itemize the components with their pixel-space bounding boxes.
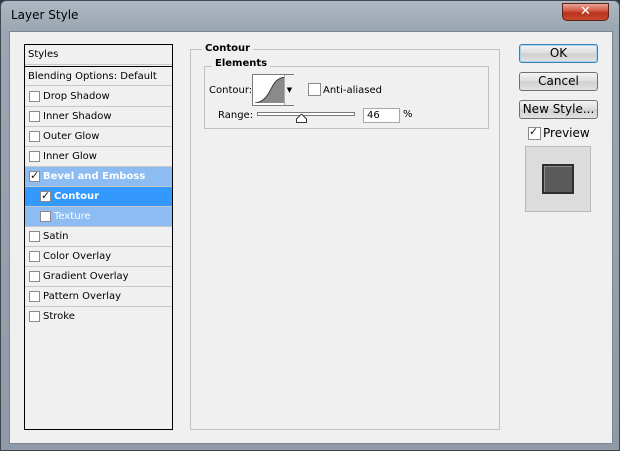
gradient-overlay-checkbox[interactable] bbox=[29, 271, 40, 282]
new-style-button[interactable]: New Style... bbox=[519, 100, 598, 119]
checkmark-icon: ✓ bbox=[529, 125, 539, 138]
style-item-pattern-overlay[interactable]: Pattern Overlay bbox=[25, 287, 172, 307]
style-item-label: Pattern Overlay bbox=[43, 291, 122, 302]
chevron-down-icon: ▼ bbox=[286, 86, 293, 94]
layer-style-window: Layer Style ✕ Styles Blending Options: D… bbox=[0, 0, 620, 451]
contour-group-title: Contour bbox=[202, 43, 254, 54]
style-item-drop-shadow[interactable]: Drop Shadow bbox=[25, 87, 172, 107]
drop-shadow-checkbox[interactable] bbox=[29, 91, 40, 102]
style-item-texture[interactable]: Texture bbox=[25, 207, 172, 227]
texture-checkbox[interactable] bbox=[40, 211, 51, 222]
anti-aliased-label[interactable]: Anti-aliased bbox=[323, 85, 382, 96]
style-item-color-overlay[interactable]: Color Overlay bbox=[25, 247, 172, 267]
style-item-inner-glow[interactable]: Inner Glow bbox=[25, 147, 172, 167]
close-button[interactable]: ✕ bbox=[562, 3, 609, 21]
preview-label[interactable]: Preview bbox=[543, 126, 590, 140]
style-item-label: Bevel and Emboss bbox=[43, 171, 146, 182]
title-bar[interactable]: Layer Style ✕ bbox=[1, 1, 619, 31]
style-item-label: Inner Glow bbox=[43, 151, 97, 162]
style-item-label: Gradient Overlay bbox=[43, 271, 129, 282]
close-icon: ✕ bbox=[580, 4, 591, 19]
outer-glow-checkbox[interactable] bbox=[29, 131, 40, 142]
style-item-bevel-and-emboss[interactable]: ✓ Bevel and Emboss bbox=[25, 167, 172, 187]
style-item-contour[interactable]: ✓ Contour bbox=[25, 187, 172, 207]
styles-header[interactable]: Styles bbox=[25, 45, 172, 65]
preview-thumbnail bbox=[525, 146, 591, 212]
style-item-label: Color Overlay bbox=[43, 251, 112, 262]
style-item-label: Satin bbox=[43, 231, 69, 242]
style-item-label: Texture bbox=[54, 211, 91, 222]
style-item-stroke[interactable]: Stroke bbox=[25, 307, 172, 327]
checkmark-icon: ✓ bbox=[41, 189, 51, 202]
ok-button[interactable]: OK bbox=[519, 44, 598, 63]
checkmark-icon: ✓ bbox=[30, 169, 40, 182]
range-value-input[interactable]: 46 bbox=[363, 108, 400, 123]
style-item-satin[interactable]: Satin bbox=[25, 227, 172, 247]
anti-aliased-checkbox[interactable] bbox=[308, 83, 321, 96]
contour-curve-icon bbox=[255, 77, 285, 103]
style-item-label: Inner Shadow bbox=[43, 111, 112, 122]
inner-glow-checkbox[interactable] bbox=[29, 151, 40, 162]
preview-swatch bbox=[542, 164, 574, 194]
range-unit-label: % bbox=[403, 109, 413, 120]
style-item-gradient-overlay[interactable]: Gradient Overlay bbox=[25, 267, 172, 287]
bevel-and-emboss-checkbox[interactable]: ✓ bbox=[29, 169, 40, 182]
blending-options-item[interactable]: Blending Options: Default bbox=[25, 66, 172, 86]
style-item-outer-glow[interactable]: Outer Glow bbox=[25, 127, 172, 147]
elements-group-title: Elements bbox=[212, 58, 271, 69]
styles-list: Styles Blending Options: Default Drop Sh… bbox=[24, 44, 173, 430]
range-slider-thumb[interactable] bbox=[296, 114, 307, 123]
contour-label: Contour: bbox=[209, 85, 253, 96]
preview-checkbox[interactable]: ✓ bbox=[528, 125, 541, 140]
style-item-label: Drop Shadow bbox=[43, 91, 110, 102]
satin-checkbox[interactable] bbox=[29, 231, 40, 242]
style-item-label: Outer Glow bbox=[43, 131, 100, 142]
range-label: Range: bbox=[218, 110, 254, 121]
window-title: Layer Style bbox=[11, 8, 79, 22]
style-item-label: Stroke bbox=[43, 311, 75, 322]
dialog-client-area: Styles Blending Options: Default Drop Sh… bbox=[9, 31, 613, 444]
inner-shadow-checkbox[interactable] bbox=[29, 111, 40, 122]
style-item-inner-shadow[interactable]: Inner Shadow bbox=[25, 107, 172, 127]
color-overlay-checkbox[interactable] bbox=[29, 251, 40, 262]
styles-header-label: Styles bbox=[28, 49, 59, 60]
style-item-label: Contour bbox=[54, 191, 100, 202]
contour-dropdown-button[interactable]: ▼ bbox=[284, 75, 294, 105]
pattern-overlay-checkbox[interactable] bbox=[29, 291, 40, 302]
blending-options-label: Blending Options: Default bbox=[28, 71, 157, 82]
cancel-button[interactable]: Cancel bbox=[519, 72, 598, 91]
stroke-checkbox[interactable] bbox=[29, 311, 40, 322]
contour-checkbox[interactable]: ✓ bbox=[40, 189, 51, 202]
